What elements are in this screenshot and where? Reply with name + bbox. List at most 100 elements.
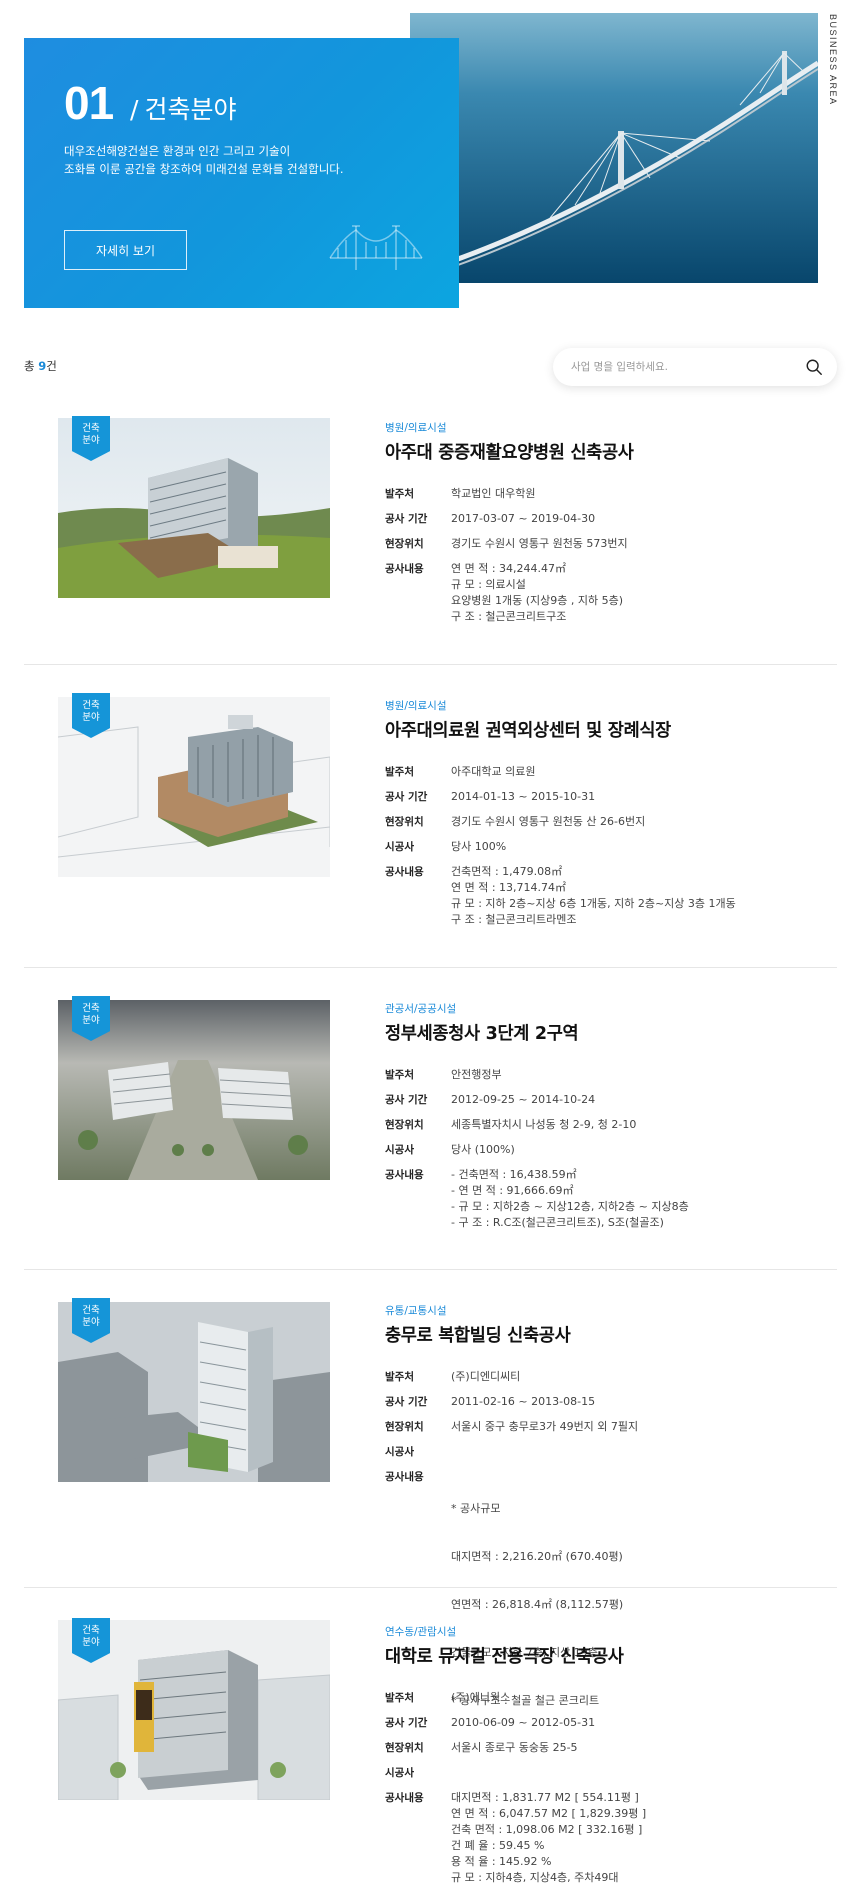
detail-label: 현장위치 bbox=[385, 1119, 424, 1131]
result-count: 총 9건 bbox=[24, 358, 57, 374]
detail-label: 시공사 bbox=[385, 1144, 414, 1156]
detail-row: 시공사 당사 100% bbox=[385, 839, 825, 855]
count-suffix: 건 bbox=[46, 359, 57, 373]
detail-label: 공사 기간 bbox=[385, 1717, 428, 1729]
badge-line: 건축 bbox=[82, 1305, 100, 1316]
detail-line: 용 적 율 : 145.92 % bbox=[451, 1855, 552, 1868]
detail-line: 아주대학교 의료원 bbox=[451, 765, 536, 778]
project-item[interactable]: 건축 분야 유통/교통시설 충무로 복합빌딩 신축공사 발주처 (주)디엔디씨티… bbox=[24, 1270, 837, 1707]
detail-row: 공사 기간 2017-03-07 ~ 2019-04-30 bbox=[385, 511, 825, 527]
project-info: 병원/의료시설 아주대의료원 권역외상센터 및 장례식장 발주처 아주대학교 의료… bbox=[385, 698, 825, 937]
project-category: 유통/교통시설 bbox=[385, 1305, 447, 1317]
project-title[interactable]: 충무로 복합빌딩 신축공사 bbox=[385, 1322, 825, 1347]
detail-line: 당사 100% bbox=[451, 840, 507, 853]
detail-line: 연 면 적 : 13,714.74㎡ bbox=[451, 881, 567, 894]
badge-line: 분야 bbox=[82, 1317, 100, 1328]
project-category: 병원/의료시설 bbox=[385, 422, 447, 434]
detail-value: 학교법인 대우학원 bbox=[451, 486, 535, 502]
detail-line: 건 폐 율 : 59.45 % bbox=[451, 1839, 545, 1852]
detail-value: 연 면 적 : 34,244.47㎡ 규 모 : 의료시설 요양병원 1개동 (… bbox=[451, 561, 623, 625]
project-category: 관공서/공공시설 bbox=[385, 1003, 457, 1015]
detail-line: 구 조 : 철근콘크리트라멘조 bbox=[451, 913, 577, 926]
project-item[interactable]: 건축 분야 병원/의료시설 아주대의료원 권역외상센터 및 장례식장 발주처 아… bbox=[24, 665, 837, 968]
detail-row: 발주처 안전행정부 bbox=[385, 1067, 825, 1083]
detail-row: 발주처 아주대학교 의료원 bbox=[385, 764, 825, 780]
detail-row: 공사내용 대지면적 : 1,831.77 M2 [ 554.11평 ] 연 면 … bbox=[385, 1790, 825, 1886]
detail-line: 연 면 적 : 34,244.47㎡ bbox=[451, 562, 567, 575]
project-title[interactable]: 정부세종청사 3단계 2구역 bbox=[385, 1020, 825, 1045]
hero-title-text: 건축분야 bbox=[144, 95, 237, 124]
search-input[interactable] bbox=[571, 361, 805, 373]
badge-line: 건축 bbox=[82, 1003, 100, 1014]
business-area-label: BUSINESS AREA bbox=[828, 14, 838, 106]
detail-line: 학교법인 대우학원 bbox=[451, 487, 536, 500]
detail-row: 시공사 bbox=[385, 1444, 825, 1460]
detail-line: 요양병원 1개동 (지상9층 , 지하 5층) bbox=[451, 594, 623, 607]
project-details: 발주처 아주대학교 의료원 공사 기간 2014-01-13 ~ 2015-10-3… bbox=[385, 764, 825, 928]
detail-row: 현장위치 서울시 중구 충무로3가 49번지 외 7필지 bbox=[385, 1419, 825, 1435]
project-title[interactable]: 아주대 중증재활요양병원 신축공사 bbox=[385, 439, 825, 464]
project-item[interactable]: 건축 분야 관공서/공공시설 정부세종청사 3단계 2구역 발주처 안전행정부 bbox=[24, 968, 837, 1270]
detail-line: (주)디엔디씨티 bbox=[451, 1370, 521, 1383]
detail-label: 현장위치 bbox=[385, 816, 424, 828]
detail-line: 2011-02-16 ~ 2013-08-15 bbox=[451, 1395, 596, 1408]
detail-value: 당사 (100%) bbox=[451, 1142, 515, 1158]
search-bar bbox=[553, 348, 837, 386]
detail-label: 공사내용 bbox=[385, 866, 424, 878]
detail-row: 시공사 bbox=[385, 1765, 825, 1781]
detail-label: 발주처 bbox=[385, 1371, 414, 1383]
detail-value: 2014-01-13 ~ 2015-10-31 bbox=[451, 789, 595, 805]
detail-line: 2014-01-13 ~ 2015-10-31 bbox=[451, 790, 596, 803]
project-title[interactable]: 대학로 뮤지컬 전용극장 신축공사 bbox=[385, 1643, 825, 1668]
detail-label: 현장위치 bbox=[385, 538, 424, 550]
detail-value: 서울시 중구 충무로3가 49번지 외 7필지 bbox=[451, 1419, 638, 1435]
detail-value: (주)디엔디씨티 bbox=[451, 1369, 520, 1385]
project-item[interactable]: 건축 분야 병원/의료시설 아주대 중증재활요양병원 신축공사 발주처 학교법인… bbox=[24, 400, 837, 665]
detail-label: 공사내용 bbox=[385, 1792, 424, 1804]
detail-label: 공사 기간 bbox=[385, 513, 428, 525]
detail-line: - 연 면 적 : 91,666.69㎡ bbox=[451, 1184, 574, 1197]
detail-line: * 공사규모 bbox=[451, 1502, 501, 1515]
hero-desc-line: 대우조선해양건설은 환경과 인간 그리고 기술이 bbox=[64, 144, 291, 158]
detail-line: 2010-06-09 ~ 2012-05-31 bbox=[451, 1716, 596, 1729]
detail-row: 공사 기간 2014-01-13 ~ 2015-10-31 bbox=[385, 789, 825, 805]
detail-label: 현장위치 bbox=[385, 1421, 424, 1433]
project-info: 연수동/관람시설 대학로 뮤지컬 전용극장 신축공사 발주처 (주)에니웍스 공사… bbox=[385, 1624, 825, 1895]
detail-line: 구 조 : 철근콘크리트구조 bbox=[451, 610, 567, 623]
detail-row: 발주처 학교법인 대우학원 bbox=[385, 486, 825, 502]
detail-line: 세종특별자치시 나성동 청 2-9, 청 2-10 bbox=[451, 1118, 637, 1131]
project-info: 관공서/공공시설 정부세종청사 3단계 2구역 발주처 안전행정부 공사 기간 20… bbox=[385, 1001, 825, 1240]
detail-line: (주)에니웍스 bbox=[451, 1691, 511, 1704]
detail-row: 공사 기간 2010-06-09 ~ 2012-05-31 bbox=[385, 1715, 825, 1731]
detail-line: 안전행정부 bbox=[451, 1068, 502, 1081]
detail-row: 현장위치 경기도 수원시 영통구 원천동 573번지 bbox=[385, 536, 825, 552]
detail-value: 2012-09-25 ~ 2014-10-24 bbox=[451, 1092, 595, 1108]
view-details-button[interactable]: 자세히 보기 bbox=[64, 230, 187, 270]
detail-row: 현장위치 서울시 종로구 동숭동 25-5 bbox=[385, 1740, 825, 1756]
hero-description: 대우조선해양건설은 환경과 인간 그리고 기술이 조화를 이룬 공간을 창조하여… bbox=[64, 142, 434, 178]
detail-label: 발주처 bbox=[385, 1069, 414, 1081]
detail-row: 발주처 (주)디엔디씨티 bbox=[385, 1369, 825, 1385]
detail-line: 서울시 중구 충무로3가 49번지 외 7필지 bbox=[451, 1420, 639, 1433]
project-item[interactable]: 건축 분야 연수동/관람시설 대학로 뮤지컬 전용극장 신축공사 발주처 (주)… bbox=[24, 1588, 837, 1900]
detail-value: (주)에니웍스 bbox=[451, 1690, 510, 1706]
detail-label: 발주처 bbox=[385, 1692, 414, 1704]
project-category: 병원/의료시설 bbox=[385, 700, 447, 712]
detail-line: 서울시 종로구 동숭동 25-5 bbox=[451, 1741, 578, 1754]
detail-row: 현장위치 경기도 수원시 영통구 원천동 산 26-6번지 bbox=[385, 814, 825, 830]
project-details: 발주처 (주)에니웍스 공사 기간 2010-06-09 ~ 2012-05-31 … bbox=[385, 1690, 825, 1886]
detail-label: 현장위치 bbox=[385, 1742, 424, 1754]
detail-row: 공사내용 연 면 적 : 34,244.47㎡ 규 모 : 의료시설 요양병원 … bbox=[385, 561, 825, 625]
detail-line: 건축면적 : 1,479.08㎡ bbox=[451, 865, 563, 878]
badge-line: 분야 bbox=[82, 712, 100, 723]
project-title[interactable]: 아주대의료원 권역외상센터 및 장례식장 bbox=[385, 717, 825, 742]
project-category: 연수동/관람시설 bbox=[385, 1626, 457, 1638]
detail-row: 공사내용 건축면적 : 1,479.08㎡ 연 면 적 : 13,714.74㎡… bbox=[385, 864, 825, 928]
project-details: 발주처 안전행정부 공사 기간 2012-09-25 ~ 2014-10-24 현장… bbox=[385, 1067, 825, 1231]
hero-section: BUSINESS AREA 01 /건축분야 대우조선해양건설은 환경과 인간 … bbox=[0, 0, 855, 320]
search-icon[interactable] bbox=[805, 358, 823, 376]
detail-row: 발주처 (주)에니웍스 bbox=[385, 1690, 825, 1706]
badge-line: 분야 bbox=[82, 1637, 100, 1648]
hero-number: 01 bbox=[64, 77, 114, 129]
detail-value: 대지면적 : 1,831.77 M2 [ 554.11평 ] 연 면 적 : 6… bbox=[451, 1790, 646, 1886]
